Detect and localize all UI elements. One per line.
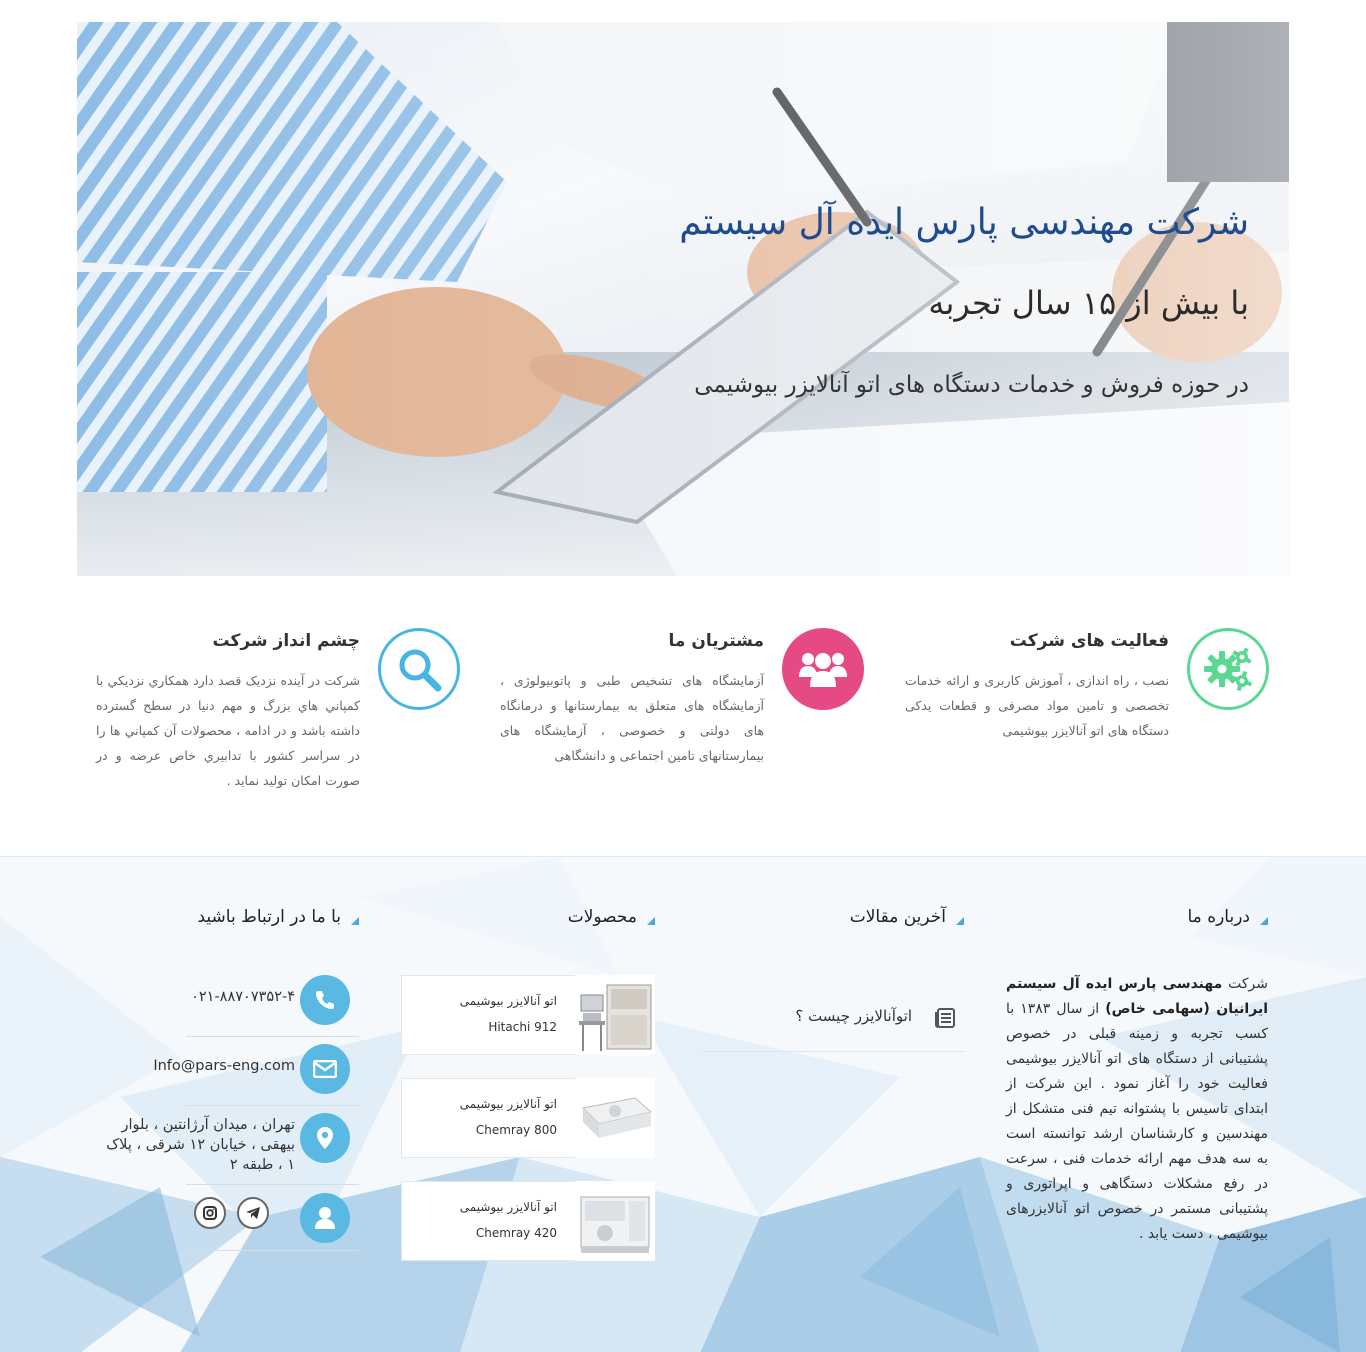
- hero-banner: شرکت مهندسی پارس ایده آل سیستم با بیش از…: [77, 22, 1289, 576]
- envelope-icon: [300, 1044, 350, 1094]
- contact-address-row: تهران ، میدان آرژانتین ، بلوار بیهقی ، خ…: [106, 1113, 359, 1185]
- product-image: [575, 1078, 655, 1158]
- footer-contact-column: با ما در ارتباط باشید ۰۲۱-۸۸۷۰۷۳۵۲-۴ Inf…: [106, 857, 359, 1352]
- heading-triangle-icon: [956, 917, 964, 925]
- product-model: Chemray 800: [475, 1123, 557, 1137]
- product-name: اتو آنالایزر بیوشیمی: [459, 1200, 557, 1214]
- feature-text: شرکت در آینده نزديک قصد دارد همکاري نزدي…: [96, 673, 360, 788]
- product-card[interactable]: اتو آنالایزر بیوشیمی Chemray 800: [401, 1078, 655, 1158]
- telegram-icon[interactable]: [237, 1197, 269, 1229]
- feature-title: چشم انداز شرکت: [212, 631, 360, 651]
- products-heading: محصولات: [568, 907, 655, 927]
- contact-email[interactable]: Info@pars-eng.com: [153, 1058, 295, 1074]
- product-model: Chemray 420: [475, 1226, 557, 1240]
- product-info: اتو آنالایزر بیوشیمی Chemray 420: [401, 1181, 575, 1261]
- users-icon: [782, 628, 864, 710]
- contact-phone-row: ۰۲۱-۸۸۷۰۷۳۵۲-۴: [186, 975, 359, 1037]
- gears-icon: [1187, 628, 1269, 710]
- product-image: [575, 1181, 655, 1261]
- map-marker-icon: [300, 1113, 350, 1163]
- divider: [186, 1036, 359, 1037]
- feature-vision: چشم انداز شرکت شرکت در آینده نزديک قصد د…: [88, 628, 460, 798]
- product-image: [575, 975, 655, 1055]
- feature-title: فعالیت های شرکت: [1009, 631, 1169, 651]
- feature-customers: مشتریان ما آزمایشگاه های تشخیص طبی و پات…: [492, 628, 864, 798]
- feature-text: نصب ، راه اندازی ، آموزش کاربری و ارائه …: [905, 673, 1169, 738]
- contact-social-row: [186, 1193, 359, 1251]
- heading-triangle-icon: [351, 917, 359, 925]
- product-info: اتو آنالایزر بیوشیمی Chemray 800: [401, 1078, 575, 1158]
- contact-heading: با ما در ارتباط باشید: [198, 907, 359, 927]
- heading-triangle-icon: [1260, 917, 1268, 925]
- contact-phone[interactable]: ۰۲۱-۸۸۷۰۷۳۵۲-۴: [191, 989, 295, 1005]
- contact-address: تهران ، میدان آرژانتین ، بلوار بیهقی ، خ…: [106, 1117, 295, 1173]
- user-icon: [300, 1193, 350, 1243]
- article-link[interactable]: اتوآنالایزر چیست ؟: [702, 1007, 964, 1052]
- contact-email-row: Info@pars-eng.com: [153, 1044, 359, 1106]
- instagram-icon[interactable]: [194, 1197, 226, 1229]
- product-card[interactable]: اتو آنالایزر بیوشیمی Hitachi 912: [401, 975, 655, 1055]
- product-info: اتو آنالایزر بیوشیمی Hitachi 912: [401, 975, 575, 1055]
- product-name: اتو آنالایزر بیوشیمی: [459, 994, 557, 1008]
- hero-subtitle: با بیش از ۱۵ سال تجربه: [928, 284, 1249, 322]
- footer-products-column: محصولات اتو آنالایزر بیوشیمی Hitachi 912: [401, 857, 655, 1352]
- feature-activities: فعالیت های شرکت نصب ، راه اندازی ، آموزش…: [897, 628, 1269, 798]
- product-name: اتو آنالایزر بیوشیمی: [459, 1097, 557, 1111]
- feature-title: مشتریان ما: [668, 631, 764, 651]
- site-footer: درباره ما شرکت مهندسی پارس ایده آل سیستم…: [0, 856, 1366, 1352]
- about-text: شرکت مهندسی پارس ایده آل سیستم ایرانیان …: [1006, 976, 1268, 1242]
- divider: [186, 1105, 359, 1106]
- divider: [186, 1184, 359, 1185]
- article-title[interactable]: اتوآنالایزر چیست ؟: [795, 1007, 912, 1025]
- footer-about-column: درباره ما شرکت مهندسی پارس ایده آل سیستم…: [1006, 857, 1268, 1352]
- phone-icon: [300, 975, 350, 1025]
- hero-tagline: در حوزه فروش و خدمات دستگاه های اتو آنال…: [694, 372, 1249, 398]
- product-model: Hitachi 912: [488, 1020, 557, 1034]
- footer-articles-column: آخرین مقالات اتوآنالایزر چیست ؟: [702, 857, 964, 1352]
- articles-heading: آخرین مقالات: [850, 907, 964, 927]
- newspaper-icon: [935, 1008, 955, 1028]
- divider: [186, 1250, 359, 1251]
- product-card[interactable]: اتو آنالایزر بیوشیمی Chemray 420: [401, 1181, 655, 1261]
- feature-text: آزمایشگاه های تشخیص طبی و پاتوبیولوژی ، …: [500, 673, 764, 763]
- hero-title: شرکت مهندسی پارس ایده آل سیستم: [679, 202, 1249, 243]
- about-heading: درباره ما: [1188, 907, 1268, 927]
- search-icon: [378, 628, 460, 710]
- heading-triangle-icon: [647, 917, 655, 925]
